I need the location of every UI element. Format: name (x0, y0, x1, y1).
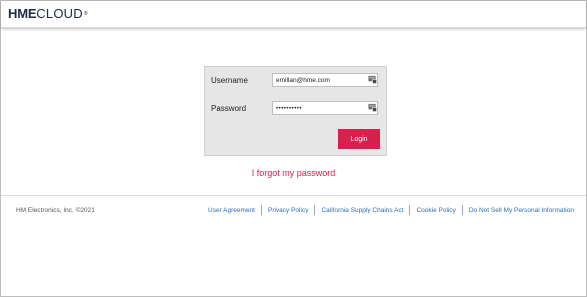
autofill-icon[interactable] (368, 75, 377, 84)
footer-divider (1, 195, 586, 196)
password-input[interactable]: •••••••••• (272, 101, 378, 115)
privacy-policy-link[interactable]: Privacy Policy (262, 207, 314, 214)
autofill-icon[interactable] (368, 103, 377, 112)
do-not-sell-link[interactable]: Do Not Sell My Personal Information (463, 207, 574, 214)
logo-product: CLOUD (36, 6, 83, 21)
copyright-text: HM Electronics, Inc. ©2021 (16, 207, 95, 214)
forgot-password-text[interactable]: I forgot my password (252, 168, 336, 178)
username-label: Username (211, 76, 248, 85)
footer-links: User Agreement Privacy Policy California… (202, 205, 574, 215)
password-label: Password (211, 104, 247, 113)
forgot-password-link[interactable]: I forgot my password (0, 168, 587, 178)
california-supply-chains-act-link[interactable]: California Supply Chains Act (315, 207, 409, 214)
logo-registered-mark: ® (83, 11, 88, 17)
logo-brand: HME (8, 6, 37, 21)
header-bar: HMECLOUD® (1, 1, 586, 28)
user-agreement-link[interactable]: User Agreement (202, 207, 261, 214)
hme-cloud-logo[interactable]: HMECLOUD® (8, 6, 88, 21)
login-button[interactable]: Login (338, 129, 380, 149)
cookie-policy-link[interactable]: Cookie Policy (410, 207, 461, 214)
username-input[interactable]: emillan@hme.com (272, 73, 378, 87)
login-form: Username emillan@hme.com Password ••••••… (204, 66, 387, 156)
